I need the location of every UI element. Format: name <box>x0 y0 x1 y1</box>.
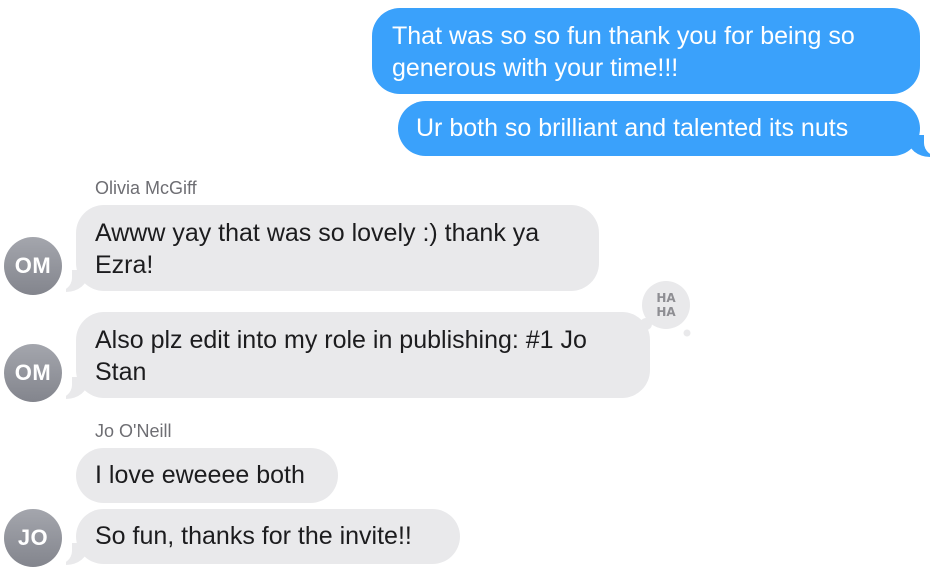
message-text: So fun, thanks for the invite!! <box>95 522 412 550</box>
message-text: Also plz edit into my role in publishing… <box>95 326 587 386</box>
avatar-initials: OM <box>14 253 52 278</box>
message-text: That was so so fun thank you for being s… <box>392 22 855 82</box>
bubble-tail <box>54 373 88 399</box>
sent-message-bubble[interactable]: That was so so fun thank you for being s… <box>372 8 920 94</box>
sender-name: Jo O'Neill <box>95 421 172 441</box>
bubble-tail <box>54 266 88 292</box>
message-text: Ur both so brilliant and talented its nu… <box>416 114 849 142</box>
received-message-bubble[interactable]: So fun, thanks for the invite!! <box>76 509 460 564</box>
sender-name: Olivia McGiff <box>95 178 197 198</box>
received-message-bubble[interactable]: Also plz edit into my role in publishing… <box>76 312 650 398</box>
tapback-text: HA <box>656 291 676 305</box>
bubble-tail <box>908 131 942 157</box>
haha-icon[interactable]: HA HA <box>632 279 694 341</box>
bubble-tail <box>54 539 88 565</box>
avatar[interactable]: OM <box>4 237 62 295</box>
tapback-text: HA <box>656 305 676 319</box>
message-text: I love eweeee both <box>95 461 305 489</box>
avatar-initials: OM <box>14 360 52 385</box>
received-message-bubble[interactable]: Awww yay that was so lovely :) thank ya … <box>76 205 599 291</box>
avatar[interactable]: OM <box>4 344 62 402</box>
message-text: Awww yay that was so lovely :) thank ya … <box>95 219 540 279</box>
received-message-bubble[interactable]: I love eweeee both <box>76 448 338 503</box>
sent-message-bubble[interactable]: Ur both so brilliant and talented its nu… <box>398 101 920 156</box>
avatar[interactable]: JO <box>4 509 62 567</box>
avatar-initials: JO <box>17 525 49 550</box>
